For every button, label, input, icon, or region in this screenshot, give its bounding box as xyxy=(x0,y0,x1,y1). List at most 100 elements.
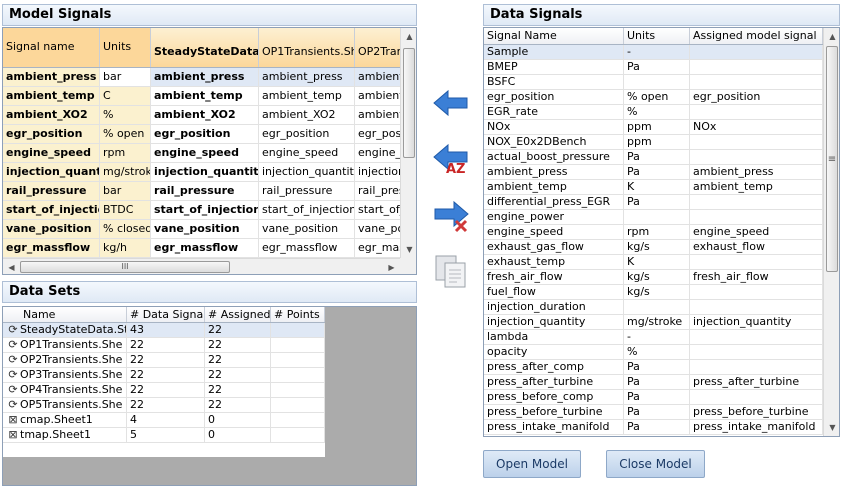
column-header[interactable]: # Points xyxy=(271,307,325,322)
table-cell[interactable]: rail_pressure xyxy=(3,182,100,200)
table-cell[interactable]: 22 xyxy=(127,353,205,367)
data-signals-vscroll[interactable]: ▲ ≡ ▼ xyxy=(823,28,839,436)
table-cell[interactable]: ⟳ OP2Transients.She xyxy=(3,353,127,367)
table-cell[interactable]: injection_quantity xyxy=(3,163,100,181)
table-row[interactable]: BMEP Pa xyxy=(484,60,823,75)
table-cell[interactable] xyxy=(271,383,325,397)
table-cell[interactable]: press_before_turbine xyxy=(484,405,624,419)
table-cell[interactable] xyxy=(624,75,690,89)
table-cell[interactable]: Sample xyxy=(484,45,624,59)
column-header[interactable]: Units xyxy=(100,28,151,67)
table-row[interactable]: ambient_temp Kambient_temp xyxy=(484,180,823,195)
table-cell[interactable]: 22 xyxy=(127,383,205,397)
table-cell[interactable]: ambient_press xyxy=(3,68,100,86)
table-cell[interactable]: kg/s xyxy=(624,285,690,299)
table-cell[interactable] xyxy=(690,60,823,74)
table-cell[interactable]: 22 xyxy=(127,338,205,352)
table-cell[interactable]: egr_position xyxy=(151,125,259,143)
table-cell[interactable]: K xyxy=(624,255,690,269)
table-row[interactable]: rail_pressure bar rail_pressure rail_pressu… xyxy=(3,182,400,201)
table-cell[interactable]: press_intake_manifold xyxy=(690,420,823,434)
table-cell[interactable]: rail_pressure xyxy=(151,182,259,200)
table-cell[interactable]: 4 xyxy=(127,413,205,427)
table-cell[interactable]: % closed xyxy=(100,220,151,238)
table-row[interactable]: injection_duration xyxy=(484,300,823,315)
table-cell[interactable]: press_before_turbine xyxy=(690,405,823,419)
table-row[interactable]: EGR_rate% xyxy=(484,105,823,120)
table-cell[interactable]: C xyxy=(100,87,151,105)
table-cell[interactable]: egr_massflow xyxy=(151,239,259,257)
table-row[interactable]: actual_boost_pressure Pa xyxy=(484,150,823,165)
table-cell[interactable]: injection_duration xyxy=(484,300,624,314)
table-cell[interactable] xyxy=(271,413,325,427)
column-header[interactable]: # Assigned xyxy=(205,307,271,322)
table-cell[interactable]: press_after_turbine xyxy=(484,375,624,389)
column-header[interactable]: SteadyStateData.S xyxy=(151,28,259,67)
table-row[interactable]: lambda - xyxy=(484,330,823,345)
table-cell[interactable]: engine_speed xyxy=(151,144,259,162)
table-cell[interactable]: % open xyxy=(624,90,690,104)
table-cell[interactable]: 22 xyxy=(205,383,271,397)
table-cell[interactable]: Pa xyxy=(624,165,690,179)
hscroll-thumb[interactable]: III xyxy=(20,261,230,273)
table-cell[interactable]: vane_position xyxy=(3,220,100,238)
table-row[interactable]: ambient_press Pa ambient_press xyxy=(484,165,823,180)
table-cell[interactable]: egr_position xyxy=(484,90,624,104)
open-model-button[interactable]: Open Model xyxy=(483,450,581,478)
model-signals-vscroll[interactable]: ▲ ▼ xyxy=(400,28,416,258)
table-cell[interactable]: ⟳ OP4Transients.She xyxy=(3,383,127,397)
table-cell[interactable] xyxy=(690,210,823,224)
table-cell[interactable] xyxy=(690,285,823,299)
arrow-left-az-icon[interactable]: AZ xyxy=(430,140,472,182)
table-row[interactable]: ⊠ cmap.Sheet1 4 0 xyxy=(3,413,325,428)
table-cell[interactable] xyxy=(690,150,823,164)
table-cell[interactable] xyxy=(690,255,823,269)
table-cell[interactable]: lambda xyxy=(484,330,624,344)
table-cell[interactable]: start_of_injection xyxy=(259,201,355,219)
table-cell[interactable]: Pa xyxy=(624,375,690,389)
table-cell[interactable]: 0 xyxy=(205,413,271,427)
table-cell[interactable]: bar xyxy=(100,68,151,86)
table-row[interactable]: ⟳ OP4Transients.She 22 22 xyxy=(3,383,325,398)
table-cell[interactable] xyxy=(690,45,823,59)
table-cell[interactable] xyxy=(690,345,823,359)
table-row[interactable]: ambient_XO2% ambient_XO2 ambient_XO2 ambien… xyxy=(3,106,400,125)
table-cell[interactable] xyxy=(624,210,690,224)
table-cell[interactable] xyxy=(690,330,823,344)
table-cell[interactable]: 22 xyxy=(205,368,271,382)
table-cell[interactable]: 22 xyxy=(205,323,271,337)
table-cell[interactable]: ambient_press xyxy=(151,68,259,86)
table-cell[interactable]: differential_press_EGR xyxy=(484,195,624,209)
table-cell[interactable]: engine_speed xyxy=(690,225,823,239)
table-cell[interactable] xyxy=(271,428,325,442)
table-cell[interactable]: ambient_ xyxy=(355,68,400,86)
table-cell[interactable]: egr_pos xyxy=(355,125,400,143)
table-cell[interactable]: ambient_ xyxy=(355,106,400,124)
table-row[interactable]: press_after_comp Pa xyxy=(484,360,823,375)
table-cell[interactable]: exhaust_gas_flow xyxy=(484,240,624,254)
table-cell[interactable]: 0 xyxy=(205,428,271,442)
table-cell[interactable]: rail_pres xyxy=(355,182,400,200)
table-cell[interactable]: rail_pressure xyxy=(259,182,355,200)
table-cell[interactable]: engine_speed xyxy=(484,225,624,239)
scroll-thumb[interactable] xyxy=(403,48,415,158)
arrow-right-delete-icon[interactable] xyxy=(430,195,472,237)
copy-icon[interactable] xyxy=(430,250,472,292)
column-header[interactable]: OP2Tran xyxy=(355,28,400,67)
table-row[interactable]: ⟳ SteadyStateData.St 43 22 xyxy=(3,323,325,338)
table-cell[interactable]: Pa xyxy=(624,405,690,419)
table-cell[interactable]: egr_massflow xyxy=(259,239,355,257)
scroll-up-icon[interactable]: ▲ xyxy=(824,28,839,45)
table-cell[interactable] xyxy=(271,323,325,337)
table-row[interactable]: egr_position% open egr_position egr_positi… xyxy=(3,125,400,144)
table-cell[interactable]: fuel_flow xyxy=(484,285,624,299)
table-cell[interactable]: 5 xyxy=(127,428,205,442)
table-cell[interactable]: K xyxy=(624,180,690,194)
table-cell[interactable]: 22 xyxy=(127,398,205,412)
table-cell[interactable]: vane_position xyxy=(259,220,355,238)
table-row[interactable]: engine_power xyxy=(484,210,823,225)
table-cell[interactable]: % xyxy=(100,106,151,124)
table-cell[interactable]: ppm xyxy=(624,120,690,134)
table-row[interactable]: vane_position% closed vane_position vane_p… xyxy=(3,220,400,239)
table-cell[interactable]: egr_massflow xyxy=(3,239,100,257)
